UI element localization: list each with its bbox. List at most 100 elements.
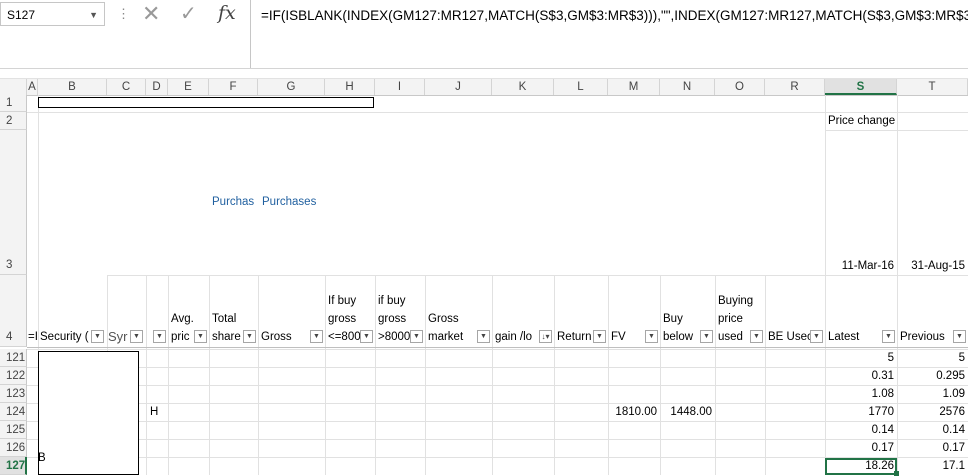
- row-header-3[interactable]: 3: [0, 130, 27, 275]
- col-header-r[interactable]: R: [765, 79, 825, 95]
- drag-handle-icon[interactable]: ⋮: [117, 6, 130, 22]
- filter-dropdown-icon[interactable]: ▼: [953, 330, 966, 343]
- cell-d124[interactable]: H: [150, 406, 158, 418]
- header-previous[interactable]: Previous: [900, 331, 945, 343]
- cell-t3[interactable]: 31-Aug-15: [897, 260, 965, 272]
- header-fv[interactable]: FV: [611, 331, 626, 343]
- cell-s124[interactable]: 1770: [825, 406, 894, 418]
- col-header-a[interactable]: A: [27, 79, 38, 95]
- filter-dropdown-icon[interactable]: ▼: [477, 330, 490, 343]
- filter-dropdown-icon[interactable]: ▼: [645, 330, 658, 343]
- col-header-c[interactable]: C: [107, 79, 146, 95]
- header-buyprice-3[interactable]: used: [718, 331, 743, 343]
- cell-t127[interactable]: 17.1: [897, 460, 965, 472]
- col-header-m[interactable]: M: [608, 79, 660, 95]
- header-ifbuy-3[interactable]: <=800: [328, 331, 361, 343]
- col-header-k[interactable]: K: [492, 79, 554, 95]
- header-a[interactable]: =I: [28, 331, 38, 343]
- col-header-f[interactable]: F: [209, 79, 258, 95]
- cell-t121[interactable]: 5: [897, 352, 965, 364]
- cell-s3[interactable]: 11-Mar-16: [825, 260, 894, 272]
- name-box[interactable]: S127 ▼: [0, 2, 105, 26]
- col-header-b[interactable]: B: [38, 79, 107, 95]
- fill-handle[interactable]: [894, 471, 899, 476]
- active-cell-selection[interactable]: [825, 458, 897, 475]
- cell-s123[interactable]: 1.08: [825, 388, 894, 400]
- header-total-2[interactable]: share: [212, 331, 241, 343]
- cancel-icon[interactable]: ✕: [142, 2, 160, 26]
- cell-s125[interactable]: 0.14: [825, 424, 894, 436]
- header-avg-2[interactable]: pric: [171, 331, 190, 343]
- header-symbol[interactable]: Syr: [108, 329, 128, 344]
- cell-s122[interactable]: 0.31: [825, 370, 894, 382]
- header-gainloss[interactable]: gain /lo: [495, 331, 532, 343]
- row-header-124[interactable]: 124: [0, 403, 27, 421]
- chevron-down-icon[interactable]: ▼: [89, 3, 98, 27]
- note-banner-shape[interactable]: [38, 97, 374, 108]
- select-all-corner[interactable]: [0, 79, 27, 95]
- filter-dropdown-icon[interactable]: ▼: [750, 330, 763, 343]
- col-header-j[interactable]: J: [425, 79, 492, 95]
- cell-s121[interactable]: 5: [825, 352, 894, 364]
- filter-dropdown-icon[interactable]: ▼: [310, 330, 323, 343]
- filter-dropdown-icon[interactable]: ▼: [153, 330, 166, 343]
- filter-dropdown-icon[interactable]: ▼: [410, 330, 423, 343]
- col-header-o[interactable]: O: [715, 79, 765, 95]
- name-box-value: S127: [7, 8, 36, 22]
- header-gross[interactable]: Gross: [261, 331, 292, 343]
- filter-dropdown-icon[interactable]: ▼: [882, 330, 895, 343]
- row-header-126[interactable]: 126: [0, 439, 27, 457]
- col-header-i[interactable]: I: [375, 79, 425, 95]
- header-ifbuy2-3[interactable]: >8000: [378, 331, 410, 343]
- cell-s2[interactable]: Price change: [828, 115, 895, 127]
- filter-dropdown-icon[interactable]: ▼: [243, 330, 256, 343]
- header-return[interactable]: Return: [557, 331, 592, 343]
- col-header-h[interactable]: H: [325, 79, 375, 95]
- col-header-n[interactable]: N: [660, 79, 715, 95]
- filter-dropdown-icon[interactable]: ▼: [810, 330, 823, 343]
- filter-dropdown-icon[interactable]: ▼: [91, 330, 104, 343]
- cell-f3[interactable]: Purchas: [212, 196, 254, 208]
- header-ifbuy-2: gross: [328, 313, 357, 325]
- row-header-4[interactable]: 4: [0, 275, 27, 347]
- col-header-e[interactable]: E: [168, 79, 209, 95]
- filter-dropdown-icon[interactable]: ▼: [194, 330, 207, 343]
- header-grossmkt-2[interactable]: market: [428, 331, 463, 343]
- col-header-g[interactable]: G: [258, 79, 325, 95]
- col-header-t[interactable]: T: [897, 79, 968, 95]
- cell-t122[interactable]: 0.295: [897, 370, 965, 382]
- row-header-127[interactable]: 127: [0, 457, 27, 475]
- filter-dropdown-icon[interactable]: ▼: [360, 330, 373, 343]
- filter-dropdown-icon[interactable]: ▼: [593, 330, 606, 343]
- filter-dropdown-icon[interactable]: ▼: [130, 330, 143, 343]
- formula-input[interactable]: =IF(ISBLANK(INDEX(GM127:MR127,MATCH(S$3,…: [250, 0, 968, 68]
- col-header-s[interactable]: S: [825, 79, 897, 95]
- enter-check-icon[interactable]: ✓: [180, 2, 197, 26]
- header-ifbuy2-2: gross: [378, 313, 407, 325]
- cell-g3[interactable]: Purchases: [262, 196, 316, 208]
- row-header-2[interactable]: 2: [0, 112, 27, 130]
- filter-dropdown-icon[interactable]: ▼: [700, 330, 713, 343]
- col-header-d[interactable]: D: [146, 79, 168, 95]
- row-header-1[interactable]: 1: [0, 95, 27, 112]
- cell-m124[interactable]: 1810.00: [608, 406, 657, 418]
- row-header-123[interactable]: 123: [0, 385, 27, 403]
- row-header-122[interactable]: 122: [0, 367, 27, 385]
- header-latest[interactable]: Latest: [828, 331, 859, 343]
- header-buybelow-2[interactable]: below: [663, 331, 693, 343]
- cell-t124[interactable]: 2576: [897, 406, 965, 418]
- cell-s126[interactable]: 0.17: [825, 442, 894, 454]
- cell-t126[interactable]: 0.17: [897, 442, 965, 454]
- col-header-l[interactable]: L: [554, 79, 608, 95]
- header-beused[interactable]: BE Usec: [768, 331, 813, 343]
- header-security[interactable]: Security (: [40, 331, 89, 343]
- cell-n124[interactable]: 1448.00: [660, 406, 712, 418]
- row-header-121[interactable]: 121: [0, 349, 27, 367]
- sort-filter-icon[interactable]: ↓▾: [539, 330, 552, 343]
- insert-function-icon[interactable]: fx: [218, 1, 236, 25]
- row-header-125[interactable]: 125: [0, 421, 27, 439]
- cell-t125[interactable]: 0.14: [897, 424, 965, 436]
- white-box-shape[interactable]: [38, 351, 139, 475]
- cell-b127[interactable]: B: [38, 452, 46, 464]
- cell-t123[interactable]: 1.09: [897, 388, 965, 400]
